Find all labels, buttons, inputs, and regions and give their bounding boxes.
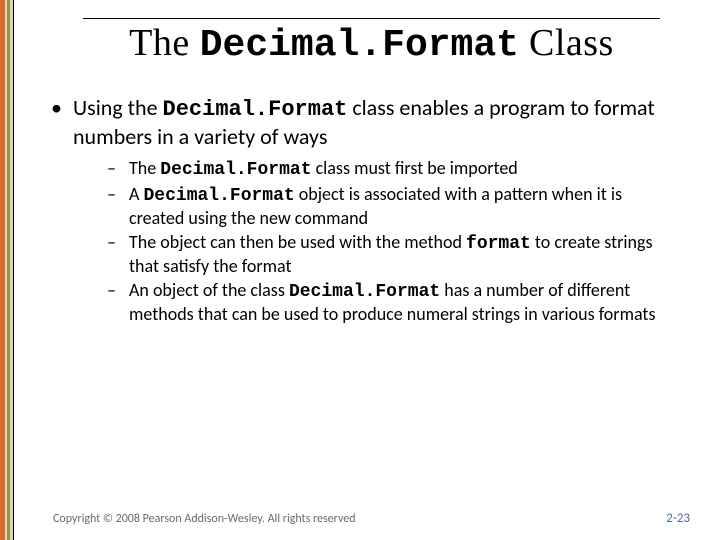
title-rule bbox=[83, 18, 660, 19]
sub-code: format bbox=[466, 234, 531, 254]
footer: Copyright © 2008 Pearson Addison-Wesley.… bbox=[53, 511, 690, 526]
body-block: Using the Decimal.Format class enables a… bbox=[45, 95, 672, 326]
side-accent-stripe bbox=[0, 0, 14, 540]
bullet-list-level1: Using the Decimal.Format class enables a… bbox=[45, 95, 672, 326]
sub-code: Decimal.Format bbox=[160, 160, 311, 180]
sub-seg2: class must first be imported bbox=[312, 157, 518, 179]
sub-seg1: A bbox=[129, 183, 143, 205]
copyright-text: Copyright © 2008 Pearson Addison-Wesley.… bbox=[53, 512, 356, 526]
title-block: The Decimal.Format Class bbox=[83, 18, 660, 67]
sub-bullet: The Decimal.Format class must first be i… bbox=[107, 158, 672, 182]
sub-seg1: The bbox=[129, 157, 160, 179]
title-post: Class bbox=[519, 22, 614, 64]
sub-seg1: The object can then be used with the met… bbox=[129, 231, 466, 253]
title-code: Decimal.Format bbox=[200, 24, 519, 67]
bullet-main-seg1: Using the bbox=[73, 94, 163, 121]
bullet-list-level2: The Decimal.Format class must first be i… bbox=[73, 158, 672, 326]
sub-bullet: The object can then be used with the met… bbox=[107, 232, 672, 278]
slide-content: The Decimal.Format Class Using the Decim… bbox=[13, 0, 720, 540]
page-number: 2-23 bbox=[666, 511, 690, 526]
title-pre: The bbox=[129, 22, 200, 64]
bullet-main-code: Decimal.Format bbox=[163, 97, 348, 122]
sub-seg1: An object of the class bbox=[129, 279, 289, 301]
page-title: The Decimal.Format Class bbox=[83, 23, 660, 67]
sub-code: Decimal.Format bbox=[289, 282, 440, 302]
sub-bullet: A Decimal.Format object is associated wi… bbox=[107, 184, 672, 230]
bullet-main: Using the Decimal.Format class enables a… bbox=[45, 95, 672, 326]
sub-bullet: An object of the class Decimal.Format ha… bbox=[107, 280, 672, 326]
sub-code: Decimal.Format bbox=[143, 186, 294, 206]
